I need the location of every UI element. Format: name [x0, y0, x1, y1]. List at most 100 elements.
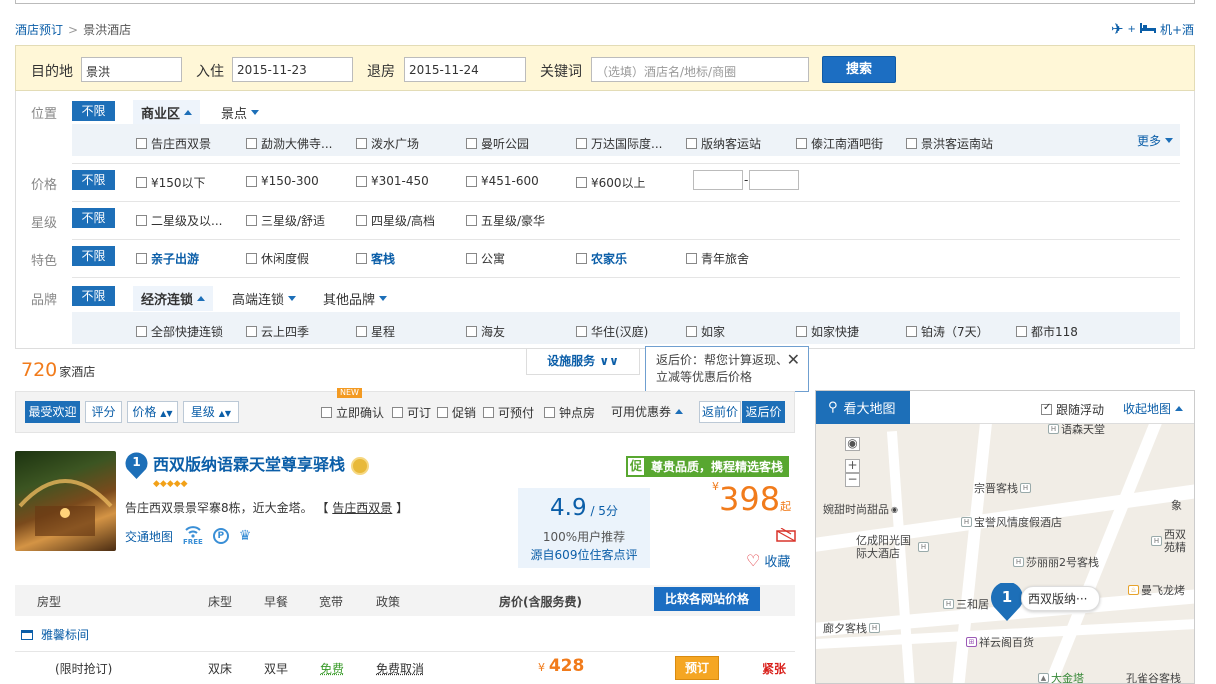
transport-map-link[interactable]: 交通地图 [125, 528, 173, 545]
brand-option[interactable]: 海友 [466, 323, 566, 340]
sort-popular[interactable]: 最受欢迎 [25, 401, 80, 423]
price-after-rebate[interactable]: 返后价 [742, 401, 785, 423]
star-unlimited[interactable]: 不限 [72, 208, 115, 228]
instant-confirm-check[interactable]: 立即确认 [321, 404, 384, 421]
room-plan-name: (限时抢订) [55, 662, 113, 676]
keyword-input[interactable]: （选填）酒店名/地标/商圈 [591, 57, 809, 82]
location-option[interactable]: 傣江南酒吧街 [796, 135, 896, 152]
feature-option[interactable]: 休闲度假 [246, 250, 346, 267]
collapse-map-button[interactable]: 收起地图 [1123, 400, 1184, 417]
close-icon[interactable]: ✕ [787, 351, 800, 368]
feature-option[interactable]: 青年旅舍 [686, 250, 786, 267]
hotel-name[interactable]: 西双版纳语霖天堂尊享驿栈 [153, 451, 369, 475]
brand-option[interactable]: 都市118 [1016, 323, 1116, 340]
big-map-button[interactable]: ⚲ 看大地图 [816, 391, 910, 424]
price-option[interactable]: ¥600以上 [576, 174, 676, 191]
rating-box[interactable]: 4.9 / 5分 100%用户推荐 源自609位住客点评 [518, 488, 650, 568]
location-option[interactable]: 版纳客运站 [686, 135, 786, 152]
map-panel[interactable]: ⚲ 看大地图 ✓ 跟随浮动 收起地图 ◉ + − H 语森天堂 宗晋客栈 H 婉甜时尚甜… [815, 390, 1195, 684]
col-price: 房价(含服务费) [499, 595, 582, 609]
locate-control[interactable]: ◉ [845, 437, 860, 451]
star-option[interactable]: 二星级及以... [136, 212, 236, 229]
sort-rating[interactable]: 评分 [85, 401, 122, 423]
price-option[interactable]: ¥150-300 [246, 174, 346, 188]
availability-status: 紧张 [762, 662, 787, 676]
caret-down-icon [379, 296, 388, 301]
tab-economy-chain[interactable]: 经济连锁 [133, 286, 214, 311]
location-unlimited[interactable]: 不限 [72, 101, 115, 121]
map-poi: H 莎丽丽2号客栈 [1013, 554, 1099, 570]
room-type-name[interactable]: 雅馨标间 [21, 626, 89, 643]
brand-option[interactable]: 铂涛（7天） [906, 323, 1006, 340]
col-bed: 床型 [208, 595, 233, 609]
price-option[interactable]: ¥301-450 [356, 174, 456, 188]
location-option[interactable]: 告庄西双景 [136, 135, 236, 152]
facility-toggle[interactable]: 设施服务 ∨∨ [526, 349, 640, 375]
area-link[interactable]: 告庄西双景 [332, 501, 392, 515]
checkout-input[interactable]: 2015-11-24 [404, 57, 526, 82]
star-option[interactable]: 三星级/舒适 [246, 212, 346, 229]
more-locations-button[interactable]: 更多 [1137, 132, 1174, 149]
divider [72, 201, 1180, 202]
zoom-in-button[interactable]: + [845, 459, 860, 473]
feature-option[interactable]: 公寓 [466, 250, 566, 267]
hourly-check[interactable]: 钟点房 [544, 404, 595, 421]
map-poi: 孔雀谷客栈 [1126, 672, 1181, 684]
brand-option[interactable]: 全部快捷连锁 [136, 323, 236, 340]
checkin-input[interactable]: 2015-11-23 [232, 57, 353, 82]
book-button[interactable]: 预订 [675, 656, 719, 680]
hotel-photo[interactable] [15, 451, 116, 551]
room-policy[interactable]: 免费取消 [376, 660, 424, 677]
location-option[interactable]: 勐泐大佛寺... [246, 135, 346, 152]
feature-unlimited[interactable]: 不限 [72, 246, 115, 266]
feature-option[interactable]: 农家乐 [576, 250, 676, 267]
sort-star[interactable]: 星级 ▲▼ [183, 401, 239, 423]
zoom-out-button[interactable]: − [845, 473, 860, 487]
price-unlimited[interactable]: 不限 [72, 170, 115, 190]
tab-business-district[interactable]: 商业区 [133, 100, 201, 125]
search-button[interactable]: 搜索 [822, 56, 896, 83]
brand-option[interactable]: 如家 [686, 323, 786, 340]
brand-options: 全部快捷连锁 云上四季 星程 海友 华住(汉庭) 如家 如家快捷 铂涛（7天） … [72, 312, 1180, 344]
room-price: ¥ 428 [538, 656, 585, 676]
destination-input[interactable]: 景洪 [81, 57, 182, 82]
breadcrumb-home[interactable]: 酒店预订 [15, 23, 63, 37]
location-option[interactable]: 万达国际度... [576, 135, 676, 152]
favorite-button[interactable]: ♡ 收藏 [746, 551, 790, 570]
tab-luxury-chain[interactable]: 高端连锁 [232, 289, 297, 308]
sort-price[interactable]: 价格 ▲▼ [127, 401, 178, 423]
map-poi: 婉甜时尚甜品 ◉ [823, 503, 898, 516]
brand-option[interactable]: 星程 [356, 323, 456, 340]
compare-prices-button[interactable]: 比较各网站价格 [654, 587, 760, 611]
feature-option[interactable]: 客栈 [356, 250, 456, 267]
star-option[interactable]: 四星级/高档 [356, 212, 456, 229]
location-option[interactable]: 泼水广场 [356, 135, 456, 152]
follow-scroll-check[interactable]: ✓ 跟随浮动 [1041, 401, 1104, 418]
bookable-check[interactable]: 可订 [392, 404, 431, 421]
brand-option[interactable]: 如家快捷 [796, 323, 896, 340]
tab-scenic-spot[interactable]: 景点 [221, 103, 260, 122]
coupon-toggle[interactable]: 可用优惠券 [611, 403, 684, 420]
brand-unlimited[interactable]: 不限 [72, 286, 115, 306]
location-option[interactable]: 曼听公园 [466, 135, 566, 152]
price-option[interactable]: ¥150以下 [136, 174, 236, 191]
price-before-rebate[interactable]: 返前价 [699, 401, 741, 423]
tab-other-brands[interactable]: 其他品牌 [323, 289, 388, 308]
location-option[interactable]: 景洪客运南站 [906, 135, 1016, 152]
plane-icon: ✈ [1110, 20, 1124, 38]
price-option[interactable]: ¥451-600 [466, 174, 566, 188]
hotel-map-marker[interactable]: 1 [991, 581, 1023, 624]
brand-option[interactable]: 云上四季 [246, 323, 346, 340]
flight-hotel-link[interactable]: ✈ + 机+酒 [1111, 20, 1194, 38]
top-border [15, 0, 1195, 4]
star-option[interactable]: 五星级/豪华 [466, 212, 566, 229]
price-max-input[interactable] [749, 170, 800, 190]
feature-option[interactable]: 亲子出游 [136, 250, 236, 267]
promotion-check[interactable]: 促销 [437, 404, 476, 421]
map-poi: H 西双苑精 [1151, 528, 1186, 554]
brand-option[interactable]: 华住(汉庭) [576, 323, 676, 340]
price-min-input[interactable] [693, 170, 743, 190]
prepay-check[interactable]: 可预付 [483, 404, 534, 421]
sort-bar: 最受欢迎 评分 价格 ▲▼ 星级 ▲▼ NEW 立即确认 可订 促销 可预付 钟… [15, 388, 795, 433]
room-breakfast: 双早 [264, 662, 289, 676]
